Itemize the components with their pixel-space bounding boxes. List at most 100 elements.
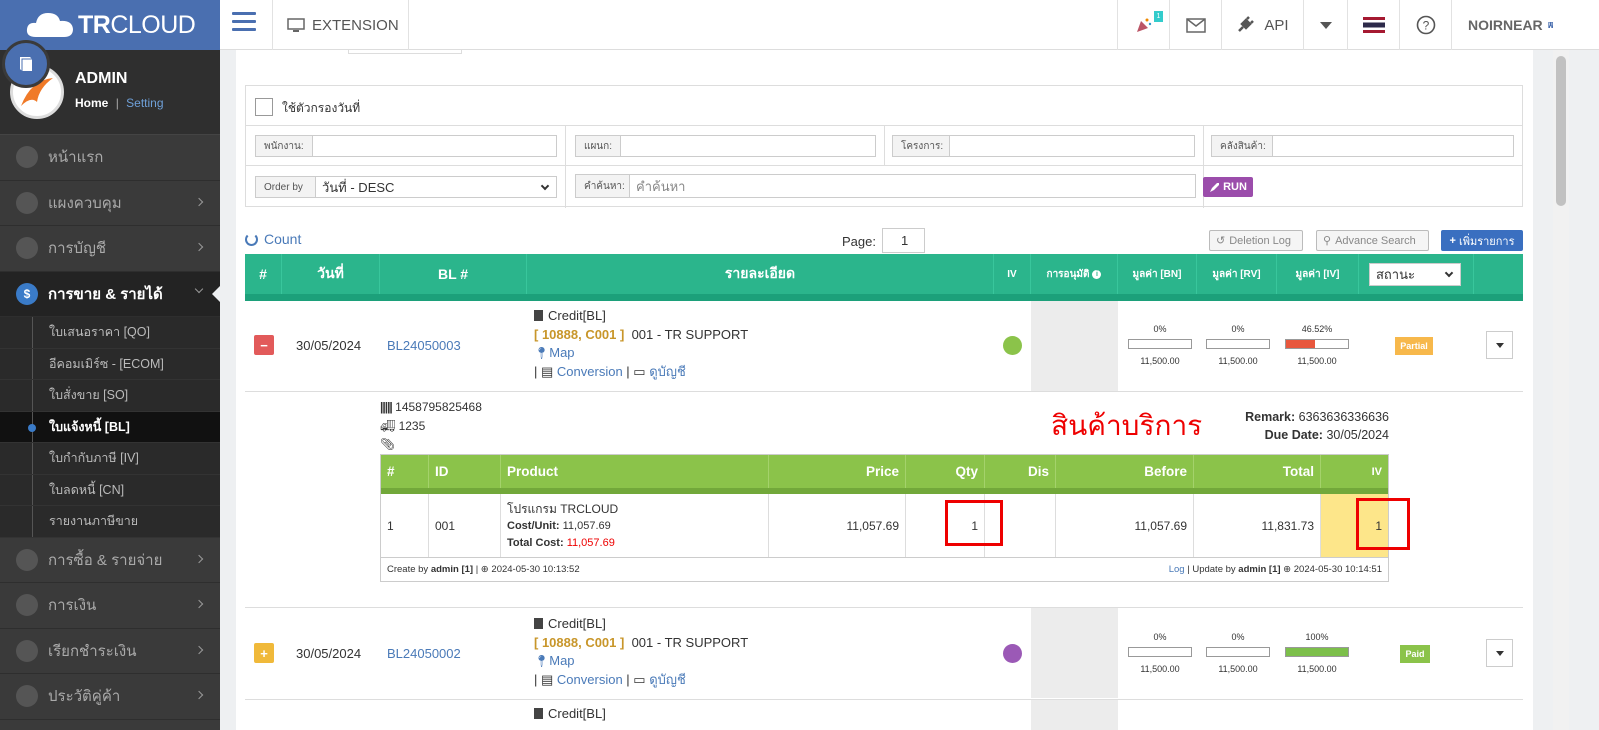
row-actions-dropdown[interactable]	[1486, 331, 1513, 359]
table-row: 1 001 โปรแกรม TRCLOUD Cost/Unit: 11,057.…	[381, 494, 1388, 557]
deletion-log-button[interactable]: ↺ Deletion Log	[1209, 230, 1303, 251]
col-num: #	[245, 254, 282, 294]
sidebar-item-label: หน้าแรก	[48, 149, 104, 167]
sidebar-item-dashboard[interactable]: แผงควบคุม	[0, 181, 220, 226]
bl-number-link[interactable]: BL24050002	[387, 646, 461, 661]
map-link[interactable]: Map	[549, 653, 574, 668]
run-button[interactable]: RUN	[1203, 177, 1253, 197]
api-button[interactable]: API	[1221, 0, 1303, 50]
advance-search-button[interactable]: ⚲ Advance Search	[1316, 230, 1429, 251]
warehouse-input[interactable]	[1272, 135, 1514, 157]
api-dropdown-button[interactable]	[1303, 0, 1347, 50]
sidebar-item-purchases[interactable]: การซื้อ & รายจ่าย	[0, 538, 220, 583]
scrollbar-thumb[interactable]	[1556, 56, 1566, 206]
employee-input[interactable]	[312, 135, 557, 157]
row-actions-dropdown[interactable]	[1486, 639, 1513, 667]
items-table-footer: Create by admin [1] | ⊕ 2024-05-30 10:13…	[381, 557, 1388, 581]
calendar-icon	[16, 594, 38, 617]
sidebar-item-label: การบัญชี	[48, 240, 107, 258]
sidebar-subitem-quotation[interactable]: ใบเสนอราคา [QO]	[0, 317, 220, 349]
sidebar-subitem-billing[interactable]: ใบแจ้งหนี้ [BL]	[0, 411, 220, 443]
bl-number-link[interactable]: BL24050003	[387, 338, 461, 353]
updated-time: ⊕ 2024-05-30 10:14:51	[1283, 564, 1382, 575]
date-filter-checkbox[interactable]	[255, 98, 273, 116]
approval-label: การอนุมัติ	[1046, 268, 1090, 280]
view-account-link[interactable]: ดูบัญชี	[649, 672, 686, 687]
row-detail: Credit[BL] [ 10888, C001 ] 001 - TR SUPP…	[534, 308, 749, 379]
shipping-value: 1235	[398, 418, 426, 433]
sidebar-item-finance[interactable]: การเงิน	[0, 583, 220, 629]
page-input[interactable]: 1	[882, 228, 925, 253]
status-select-value: สถานะ	[1376, 267, 1415, 282]
map-link[interactable]: Map	[549, 345, 574, 360]
add-item-button[interactable]: + เพิ่มรายการ	[1441, 230, 1523, 251]
row-divider	[245, 391, 1523, 392]
monitor-icon: ▭	[633, 671, 646, 687]
vertical-scrollbar[interactable]	[1553, 50, 1569, 730]
expand-row-button[interactable]: +	[254, 643, 274, 663]
progress-percent: 0%	[1153, 324, 1167, 334]
col-bl[interactable]: BL #	[380, 254, 527, 294]
cart-icon	[16, 548, 38, 571]
chevron-right-icon	[194, 645, 204, 654]
sidebar-subitem-sales-order[interactable]: ใบสั่งขาย [SO]	[0, 380, 220, 412]
search-input[interactable]: คำค้นหา	[629, 174, 1196, 198]
sidebar-subitem-credit-note[interactable]: ใบลดหนี้ [CN]	[0, 474, 220, 506]
project-cell: โครงการ:	[885, 126, 1204, 165]
employee-cell: พนักงาน:	[246, 126, 566, 165]
book-icon	[16, 237, 38, 260]
extension-button[interactable]: EXTENSION	[272, 0, 409, 50]
view-account-link[interactable]: ดูบัญชี	[649, 364, 686, 379]
deletion-log-label: Deletion Log	[1229, 234, 1291, 247]
due-date-label: Due Date:	[1264, 428, 1323, 442]
book-icon[interactable]	[2, 40, 50, 88]
col-item-num: #	[381, 455, 429, 488]
order-by-select[interactable]: วันที่ - DESC	[315, 176, 557, 198]
doc-type: Credit[BL]	[548, 706, 606, 721]
conversion-link[interactable]: Conversion	[557, 364, 623, 379]
filter-row-fields: พนักงาน: แผนก: โครงการ: คลังสินค้า:	[246, 126, 1522, 166]
home-link[interactable]: Home	[75, 96, 108, 110]
collapse-row-button[interactable]: −	[254, 335, 274, 355]
sidebar-subitem-tax-invoice[interactable]: ใบกำกับภาษี [IV]	[0, 443, 220, 475]
sidebar-subitem-ecommerce[interactable]: อีคอมเมิร์ซ - [ECOM]	[0, 348, 220, 380]
advance-search-label: Advance Search	[1335, 234, 1416, 247]
barcode-icon: |||||	[380, 400, 393, 414]
sales-submenu: ใบเสนอราคา [QO] อีคอมเมิร์ซ - [ECOM] ใบส…	[0, 317, 220, 538]
sidebar-item-accounting[interactable]: การบัญชี	[0, 226, 220, 272]
order-by-label: Order by	[255, 176, 316, 198]
sidebar-subitem-sales-tax-report[interactable]: รายงานภาษีขาย	[0, 506, 220, 538]
sidebar-item-partner-history[interactable]: ประวัติคู่ค้า	[0, 674, 220, 720]
conversion-link[interactable]: Conversion	[557, 672, 623, 687]
created-by-label: Create by	[387, 564, 429, 575]
department-input[interactable]	[620, 135, 876, 157]
map-marker-icon: 📍︎	[534, 346, 550, 360]
sidebar-item-home[interactable]: หน้าแรก	[0, 135, 220, 181]
header-stripe	[245, 294, 1523, 301]
order-cell: Order by วันที่ - DESC	[246, 166, 566, 208]
paperclip-icon[interactable]: 📎︎	[380, 437, 395, 451]
tab-edge	[348, 50, 462, 54]
project-input[interactable]	[949, 135, 1195, 157]
hamburger-menu-icon[interactable]	[232, 12, 256, 34]
status-filter-select[interactable]: สถานะ	[1369, 263, 1461, 286]
sidebar-item-label: การซื้อ & รายจ่าย	[48, 551, 163, 569]
sidebar-item-sales[interactable]: $ การขาย & รายได้	[0, 271, 220, 317]
help-button[interactable]: ?	[1399, 0, 1451, 50]
sidebar-item-collection[interactable]: เรียกชำระเงิน	[0, 629, 220, 674]
setting-link[interactable]: Setting	[126, 96, 163, 110]
approval-cell	[1031, 608, 1118, 698]
language-button[interactable]	[1347, 0, 1399, 50]
user-menu[interactable]: NOIRNEAR	[1451, 0, 1553, 50]
log-link[interactable]: Log	[1169, 564, 1185, 575]
col-date[interactable]: วันที่	[282, 254, 380, 294]
info-circle-icon: i	[1092, 269, 1102, 279]
truck-icon: 🚚︎	[380, 418, 396, 433]
run-label: RUN	[1223, 181, 1247, 193]
caret-down-icon	[1319, 21, 1332, 29]
mail-button[interactable]	[1169, 0, 1221, 50]
search-label: คำค้นหา:	[575, 174, 630, 198]
notification-button[interactable]: 1	[1117, 0, 1169, 50]
count-button[interactable]: Count	[245, 231, 301, 247]
sidebar-item-label: แผงควบคุม	[48, 194, 122, 212]
